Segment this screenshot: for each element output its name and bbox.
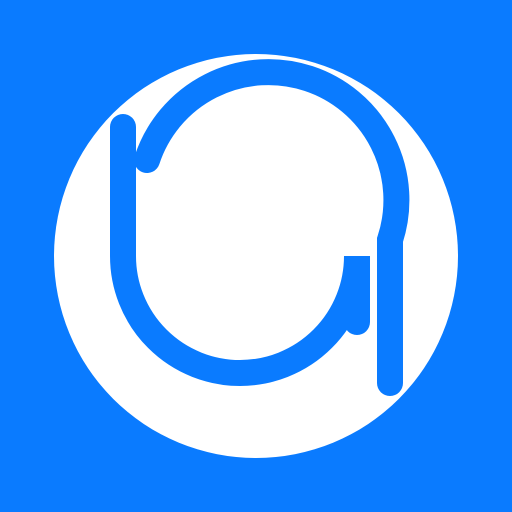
ba-monogram-logo-icon (0, 0, 512, 512)
app-icon-tile (0, 0, 512, 512)
